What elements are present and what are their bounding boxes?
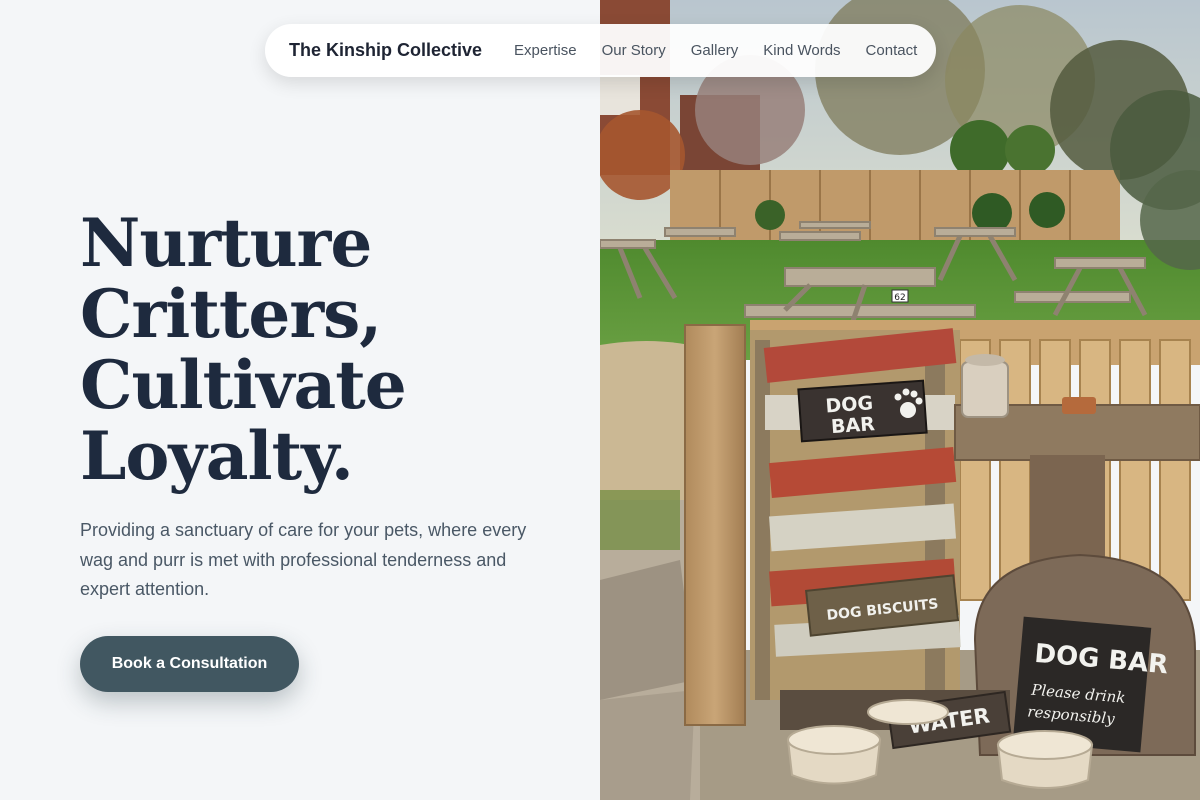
nav-link-expertise[interactable]: Expertise bbox=[514, 42, 577, 59]
hero-title-line: Loyalty. bbox=[80, 417, 354, 495]
hero-subtitle: Providing a sanctuary of care for your p… bbox=[80, 520, 527, 599]
dog-bar-sign-line2: BAR bbox=[830, 413, 876, 438]
water-bowl bbox=[786, 725, 882, 785]
hero-title-line: Critters, bbox=[80, 275, 382, 353]
nav-link-kind-words[interactable]: Kind Words bbox=[763, 42, 840, 59]
dog-bar-garden-photo: 62 DOG BAR DOG BISCUITS DOG BAR Please d… bbox=[600, 0, 1200, 800]
nav-link-our-story[interactable]: Our Story bbox=[602, 42, 666, 59]
hero-title-line: Cultivate bbox=[80, 346, 407, 424]
hero-title-line: Nurture bbox=[80, 204, 372, 282]
water-bowl bbox=[996, 730, 1094, 789]
hero-title: Nurture Critters, Cultivate Loyalty. bbox=[80, 208, 560, 492]
book-consultation-button[interactable]: Book a Consultation bbox=[80, 636, 299, 692]
nav-links: Expertise Our Story Gallery Kind Words C… bbox=[514, 42, 917, 59]
hero-text-panel: Nurture Critters, Cultivate Loyalty. Pro… bbox=[0, 0, 600, 800]
nav-link-contact[interactable]: Contact bbox=[866, 42, 918, 59]
table-number-label: 62 bbox=[894, 293, 905, 303]
water-bowl bbox=[867, 699, 949, 725]
brand-logo[interactable]: The Kinship Collective bbox=[289, 40, 482, 61]
nav-link-gallery[interactable]: Gallery bbox=[691, 42, 739, 59]
top-navigation: The Kinship Collective Expertise Our Sto… bbox=[265, 24, 936, 77]
hero-photo: 62 DOG BAR DOG BISCUITS DOG BAR Please d… bbox=[600, 0, 1200, 800]
lantern-icon bbox=[961, 354, 1009, 418]
dog-bar-sign: DOG BAR bbox=[797, 379, 928, 443]
